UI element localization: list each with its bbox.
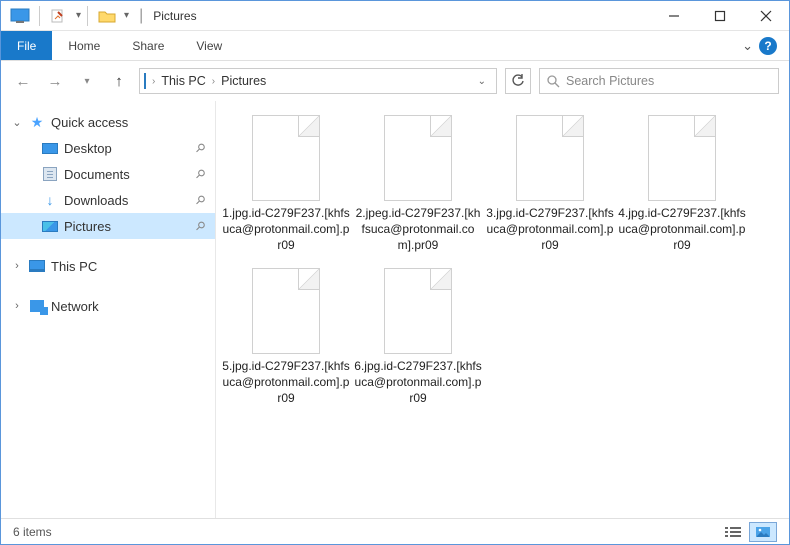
details-view-button[interactable] — [719, 522, 747, 542]
status-bar: 6 items — [1, 518, 789, 544]
qat-separator-2 — [87, 6, 88, 26]
content-area: ⌄ ★ Quick access Desktop ⚲ Documents ⚲↓ … — [1, 101, 789, 518]
search-icon — [546, 74, 560, 88]
pics-icon — [42, 221, 58, 232]
address-folder-icon — [144, 74, 146, 88]
qat-properties-icon[interactable] — [46, 6, 72, 26]
folder-dropdown-icon[interactable]: ▾ — [124, 10, 129, 21]
maximize-button[interactable] — [697, 1, 743, 31]
caret-down-icon[interactable]: ⌄ — [11, 116, 23, 129]
ribbon-expand-icon[interactable]: ⌄ — [742, 38, 753, 54]
sidebar-item-label: Desktop — [64, 141, 191, 156]
chevron-right-icon[interactable]: › — [152, 76, 155, 87]
file-pane[interactable]: 1.jpg.id-C279F237.[khfsuca@protonmail.co… — [216, 101, 789, 518]
window-controls — [651, 1, 789, 31]
file-name: 3.jpg.id-C279F237.[khfsuca@protonmail.co… — [486, 205, 614, 254]
breadcrumb-this-pc[interactable]: This PC — [161, 74, 205, 88]
forward-button[interactable]: → — [43, 69, 67, 93]
search-placeholder: Search Pictures — [566, 74, 654, 88]
file-icon — [648, 115, 716, 201]
file-name: 4.jpg.id-C279F237.[khfsuca@protonmail.co… — [618, 205, 746, 254]
sidebar-item-label: Documents — [64, 167, 191, 182]
file-item[interactable]: 6.jpg.id-C279F237.[khfsuca@protonmail.co… — [354, 268, 482, 407]
file-name: 2.jpeg.id-C279F237.[khfsuca@protonmail.c… — [354, 205, 482, 254]
minimize-button[interactable] — [651, 1, 697, 31]
tab-view[interactable]: View — [180, 31, 238, 60]
pin-icon: ⚲ — [193, 140, 209, 156]
close-button[interactable] — [743, 1, 789, 31]
file-item[interactable]: 4.jpg.id-C279F237.[khfsuca@protonmail.co… — [618, 115, 746, 254]
pin-icon: ⚲ — [193, 192, 209, 208]
pc-icon — [29, 260, 45, 272]
sidebar-item-documents[interactable]: Documents ⚲ — [1, 161, 215, 187]
title-separator: | — [139, 7, 143, 25]
search-input[interactable]: Search Pictures — [539, 68, 779, 94]
breadcrumb-pictures[interactable]: Pictures — [221, 74, 266, 88]
file-icon — [384, 268, 452, 354]
caret-right-icon[interactable]: › — [11, 300, 23, 312]
pin-icon: ⚲ — [193, 166, 209, 182]
sidebar-this-pc[interactable]: › This PC — [1, 253, 215, 279]
ribbon: File Home Share View ⌄ ? — [1, 31, 789, 61]
file-name: 6.jpg.id-C279F237.[khfsuca@protonmail.co… — [354, 358, 482, 407]
tab-share[interactable]: Share — [116, 31, 180, 60]
file-icon — [252, 115, 320, 201]
chevron-right-icon[interactable]: › — [212, 76, 215, 87]
file-item[interactable]: 2.jpeg.id-C279F237.[khfsuca@protonmail.c… — [354, 115, 482, 254]
file-tab[interactable]: File — [1, 31, 52, 60]
address-dropdown-icon[interactable]: ⌄ — [472, 76, 492, 87]
file-item[interactable]: 1.jpg.id-C279F237.[khfsuca@protonmail.co… — [222, 115, 350, 254]
recent-locations-dropdown[interactable]: ▾ — [75, 69, 99, 93]
tab-home[interactable]: Home — [52, 31, 116, 60]
folder-icon — [94, 6, 120, 26]
sidebar-item-label: This PC — [51, 259, 215, 274]
sidebar-item-downloads[interactable]: ↓ Downloads ⚲ — [1, 187, 215, 213]
qat-dropdown-icon[interactable]: ▾ — [76, 10, 81, 21]
file-name: 1.jpg.id-C279F237.[khfsuca@protonmail.co… — [222, 205, 350, 254]
navigation-row: ← → ▾ ↑ › This PC › Pictures ⌄ Search Pi… — [1, 61, 789, 101]
sidebar-item-desktop[interactable]: Desktop ⚲ — [1, 135, 215, 161]
sidebar-quick-access[interactable]: ⌄ ★ Quick access — [1, 109, 215, 135]
file-grid: 1.jpg.id-C279F237.[khfsuca@protonmail.co… — [222, 115, 783, 406]
sidebar-network[interactable]: › Network — [1, 293, 215, 319]
window-title: Pictures — [153, 9, 196, 23]
view-toggles — [719, 522, 777, 542]
file-name: 5.jpg.id-C279F237.[khfsuca@protonmail.co… — [222, 358, 350, 407]
docs-icon — [43, 167, 57, 181]
icons-view-button[interactable] — [749, 522, 777, 542]
file-icon — [384, 115, 452, 201]
dl-icon: ↓ — [47, 192, 54, 208]
file-item[interactable]: 3.jpg.id-C279F237.[khfsuca@protonmail.co… — [486, 115, 614, 254]
address-bar[interactable]: › This PC › Pictures ⌄ — [139, 68, 497, 94]
sidebar-item-label: Network — [51, 299, 215, 314]
network-icon — [30, 300, 44, 312]
sidebar-item-pictures[interactable]: Pictures ⚲ — [1, 213, 215, 239]
sidebar-item-label: Downloads — [64, 193, 191, 208]
navigation-pane: ⌄ ★ Quick access Desktop ⚲ Documents ⚲↓ … — [1, 101, 216, 518]
sidebar-item-label: Quick access — [51, 115, 215, 130]
file-icon — [252, 268, 320, 354]
pin-icon: ⚲ — [193, 218, 209, 234]
item-count: 6 items — [13, 525, 52, 539]
titlebar: ▾ ▾ | Pictures — [1, 1, 789, 31]
refresh-button[interactable] — [505, 68, 531, 94]
file-item[interactable]: 5.jpg.id-C279F237.[khfsuca@protonmail.co… — [222, 268, 350, 407]
star-icon: ★ — [31, 114, 44, 131]
system-icon[interactable] — [7, 6, 33, 26]
file-icon — [516, 115, 584, 201]
back-button[interactable]: ← — [11, 69, 35, 93]
desktop-icon — [42, 143, 58, 154]
help-icon[interactable]: ? — [759, 37, 777, 55]
sidebar-item-label: Pictures — [64, 219, 191, 234]
caret-right-icon[interactable]: › — [11, 260, 23, 272]
qat-separator — [39, 6, 40, 26]
titlebar-left: ▾ ▾ | Pictures — [1, 6, 197, 26]
up-button[interactable]: ↑ — [107, 69, 131, 93]
